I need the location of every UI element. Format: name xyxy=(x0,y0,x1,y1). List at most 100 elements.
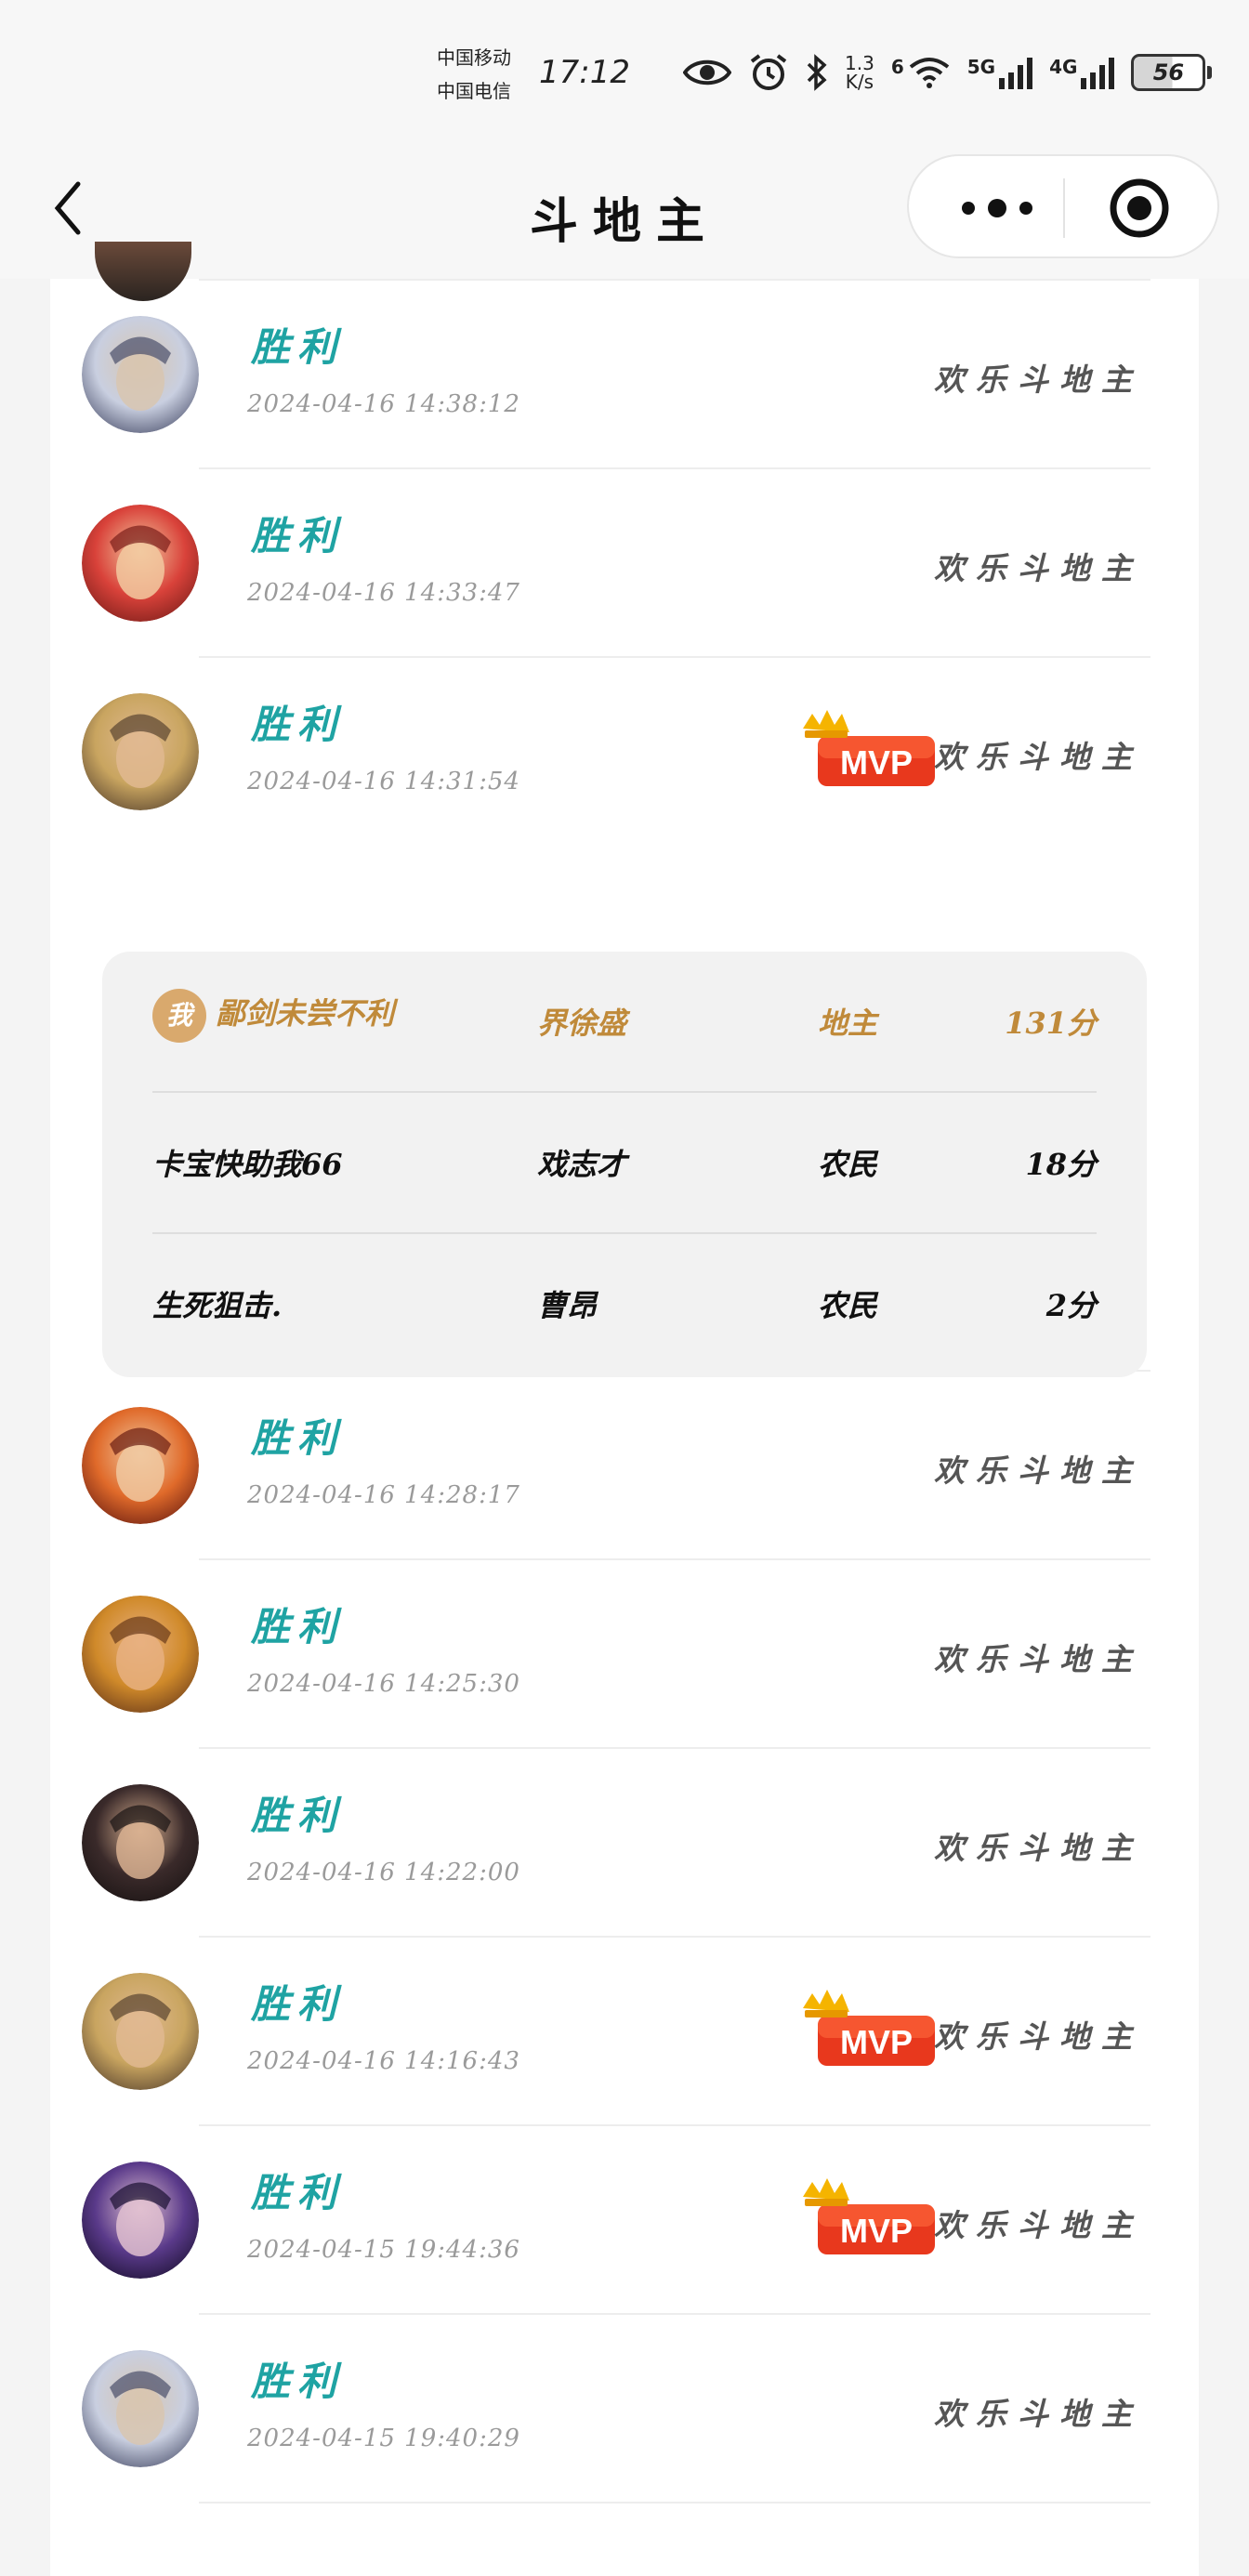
row-divider xyxy=(199,1747,1150,1749)
status-icons: 1.3 K/s 6 5G 4G 56 xyxy=(683,46,1213,99)
row-divider xyxy=(199,1558,1150,1560)
player-role: 农民 xyxy=(818,1147,878,1182)
row-divider xyxy=(199,2313,1150,2315)
hero-avatar xyxy=(82,1407,199,1524)
signal-4g: 4G xyxy=(1049,56,1115,89)
game-mode: 欢乐斗地主 xyxy=(934,1641,1143,1677)
row-divider xyxy=(199,2124,1150,2126)
game-row[interactable]: 胜利 2024-04-16 14:33:47 欢乐斗地主 xyxy=(50,467,1199,656)
row-divider xyxy=(199,467,1150,469)
game-row[interactable]: 胜利 2024-04-15 19:40:29 欢乐斗地主 xyxy=(50,2313,1199,2502)
hero-avatar xyxy=(82,1784,199,1901)
player-row: 卡宝快助我66 戏志才 农民 18分 xyxy=(152,1093,1097,1234)
player-name: 卡宝快助我66 xyxy=(152,1147,343,1182)
hero-avatar xyxy=(82,693,199,810)
more-icon[interactable] xyxy=(955,190,1039,227)
game-time: 2024-04-15 19:44:36 xyxy=(247,2236,520,2264)
mvp-badge-icon: MVP xyxy=(803,1990,935,2066)
game-row[interactable]: 胜利 2024-04-16 14:28:17 欢乐斗地主 xyxy=(50,1370,1199,1558)
wifi-indicator: 6 xyxy=(891,56,951,89)
player-score: 2分 xyxy=(1045,1288,1097,1323)
mvp-label: MVP xyxy=(840,743,913,782)
hero-avatar xyxy=(82,1973,199,2090)
wifi-icon xyxy=(909,58,949,88)
carrier-2: 中国电信 xyxy=(437,80,511,102)
game-mode: 欢乐斗地主 xyxy=(934,2018,1143,2055)
game-row[interactable]: 胜利 2024-04-16 14:31:54 MVP 欢乐斗地主 xyxy=(50,656,1199,845)
battery-level: 56 xyxy=(1152,59,1185,85)
capsule-divider xyxy=(1063,178,1065,238)
player-hero: 界徐盛 xyxy=(537,1005,627,1041)
carrier-info: 中国移动 中国电信 xyxy=(437,41,511,108)
hero-avatar xyxy=(82,316,199,433)
game-result: 胜利 xyxy=(251,324,345,370)
game-result: 胜利 xyxy=(251,2359,345,2404)
mvp-badge-icon: MVP xyxy=(803,710,935,786)
target-icon[interactable] xyxy=(1108,177,1171,240)
player-role: 农民 xyxy=(818,1288,878,1323)
mini-program-capsule xyxy=(907,154,1219,258)
game-mode: 欢乐斗地主 xyxy=(934,2207,1143,2243)
game-time: 2024-04-16 14:38:12 xyxy=(247,390,520,418)
hero-avatar xyxy=(82,505,199,622)
eye-icon xyxy=(683,59,731,85)
hero-avatar xyxy=(82,1596,199,1713)
game-mode: 欢乐斗地主 xyxy=(934,361,1143,398)
battery-icon: 56 xyxy=(1131,54,1213,91)
game-result: 胜利 xyxy=(251,2170,345,2215)
player-score: 18分 xyxy=(1025,1147,1097,1182)
game-mode: 欢乐斗地主 xyxy=(934,2396,1143,2432)
signal-5g: 5G xyxy=(966,56,1033,89)
hero-avatar xyxy=(82,2350,199,2467)
game-detail-panel: 我鄙剑未尝不利 界徐盛 地主 131分 卡宝快助我66 戏志才 农民 18分 生… xyxy=(102,952,1147,1377)
hero-avatar xyxy=(82,2162,199,2279)
bluetooth-icon xyxy=(807,54,827,91)
row-divider xyxy=(199,1936,1150,1938)
status-time: 17:12 xyxy=(539,54,630,91)
game-row[interactable]: 胜利 2024-04-16 14:25:30 欢乐斗地主 xyxy=(50,1558,1199,1747)
row-divider xyxy=(199,656,1150,658)
carrier-1: 中国移动 xyxy=(437,46,511,69)
game-result: 胜利 xyxy=(251,702,345,747)
me-badge: 我 xyxy=(152,989,206,1043)
net-speed-value: 1.3 xyxy=(845,52,874,74)
player-score: 131分 xyxy=(1005,1005,1097,1041)
game-mode: 欢乐斗地主 xyxy=(934,1452,1143,1489)
game-result: 胜利 xyxy=(251,513,345,559)
game-result: 胜利 xyxy=(251,1604,345,1649)
wifi-label: 6 xyxy=(890,56,904,78)
player-hero: 曹昂 xyxy=(537,1288,598,1323)
game-time: 2024-04-16 14:28:17 xyxy=(247,1481,520,1509)
game-mode: 欢乐斗地主 xyxy=(934,550,1143,586)
game-time: 2024-04-15 19:40:29 xyxy=(247,2425,520,2452)
alarm-icon xyxy=(750,54,787,90)
net-speed-unit: K/s xyxy=(845,71,874,93)
list-end xyxy=(50,2502,1199,2505)
net1-label: 5G xyxy=(966,56,996,78)
player-hero: 戏志才 xyxy=(537,1147,627,1182)
status-bar: 中国移动 中国电信 17:12 1.3 K/s 6 5G 4G 56 xyxy=(0,0,1249,139)
player-row-me: 我鄙剑未尝不利 界徐盛 地主 131分 xyxy=(152,952,1097,1093)
game-mode: 欢乐斗地主 xyxy=(934,739,1143,775)
game-time: 2024-04-16 14:33:47 xyxy=(247,579,520,607)
game-time: 2024-04-16 14:31:54 xyxy=(247,768,520,795)
game-history-list: 胜利 2024-04-16 14:38:12 欢乐斗地主 胜利 2024-04-16 1… xyxy=(50,242,1199,2576)
game-row[interactable]: 胜利 2024-04-16 14:22:00 欢乐斗地主 xyxy=(50,1747,1199,1936)
game-time: 2024-04-16 14:25:30 xyxy=(247,1670,520,1698)
net2-label: 4G xyxy=(1049,56,1078,78)
player-name: 我鄙剑未尝不利 xyxy=(152,989,394,1043)
game-result: 胜利 xyxy=(251,1793,345,1838)
signal-icon xyxy=(999,56,1033,89)
game-result: 胜利 xyxy=(251,1415,345,1461)
player-name-text: 鄙剑未尝不利 xyxy=(216,995,395,1032)
game-time: 2024-04-16 14:16:43 xyxy=(247,2047,520,2075)
game-row[interactable]: 胜利 2024-04-16 14:16:43 MVP 欢乐斗地主 xyxy=(50,1936,1199,2124)
game-row[interactable]: 胜利 2024-04-15 19:44:36 MVP 欢乐斗地主 xyxy=(50,2124,1199,2313)
mvp-label: MVP xyxy=(840,2212,913,2250)
player-role: 地主 xyxy=(818,1005,878,1041)
net-speed: 1.3 K/s xyxy=(845,54,874,91)
row-divider xyxy=(199,2502,1150,2504)
row-divider xyxy=(199,279,1150,281)
game-row[interactable]: 胜利 2024-04-16 14:38:12 欢乐斗地主 xyxy=(50,279,1199,467)
player-row: 生死狙击. 曹昂 农民 2分 xyxy=(152,1234,1097,1375)
